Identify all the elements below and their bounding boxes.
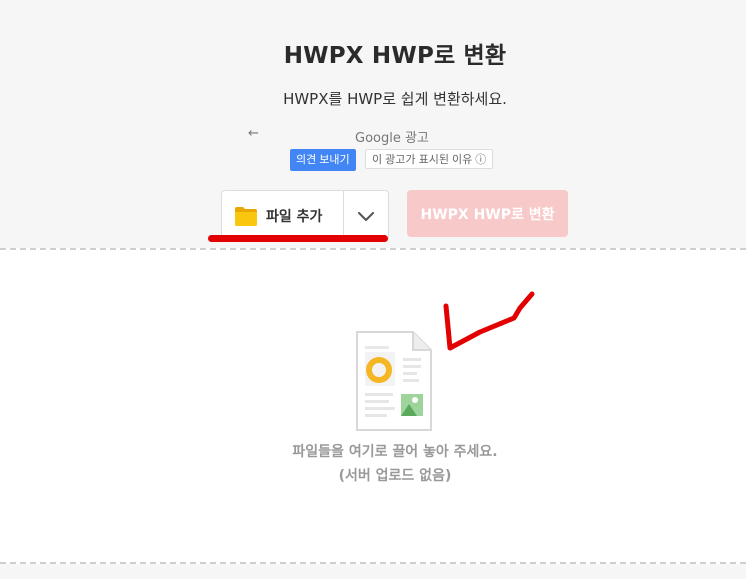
add-files-dropdown[interactable]: [344, 191, 388, 241]
document-icon: [355, 330, 433, 436]
send-feedback-button[interactable]: 의견 보내기: [290, 149, 356, 171]
page-title: HWPX HWP로 변환: [283, 43, 507, 69]
drop-hint-line2: (서버 업로드 없음): [338, 468, 452, 484]
folder-icon: [234, 205, 258, 227]
convert-button[interactable]: HWPX HWP로 변환: [407, 190, 568, 237]
red-checkmark-annotation: [440, 288, 540, 362]
ad-label: Google 광고: [355, 131, 429, 146]
add-files-label: 파일 추가: [266, 209, 323, 225]
back-arrow-icon[interactable]: ←: [248, 126, 259, 141]
chevron-down-icon: [358, 207, 374, 226]
red-underline-annotation: [208, 235, 388, 242]
drop-hint-line1: 파일들을 여기로 끌어 놓아 주세요.: [292, 444, 498, 460]
page-subtitle: HWPX를 HWP로 쉽게 변환하세요.: [283, 90, 507, 108]
why-this-ad-button[interactable]: 이 광고가 표시된 이유 ⓘ: [365, 149, 494, 169]
drop-hint: 파일들을 여기로 끌어 놓아 주세요. (서버 업로드 없음): [0, 440, 746, 488]
add-files-button[interactable]: 파일 추가: [222, 191, 344, 241]
